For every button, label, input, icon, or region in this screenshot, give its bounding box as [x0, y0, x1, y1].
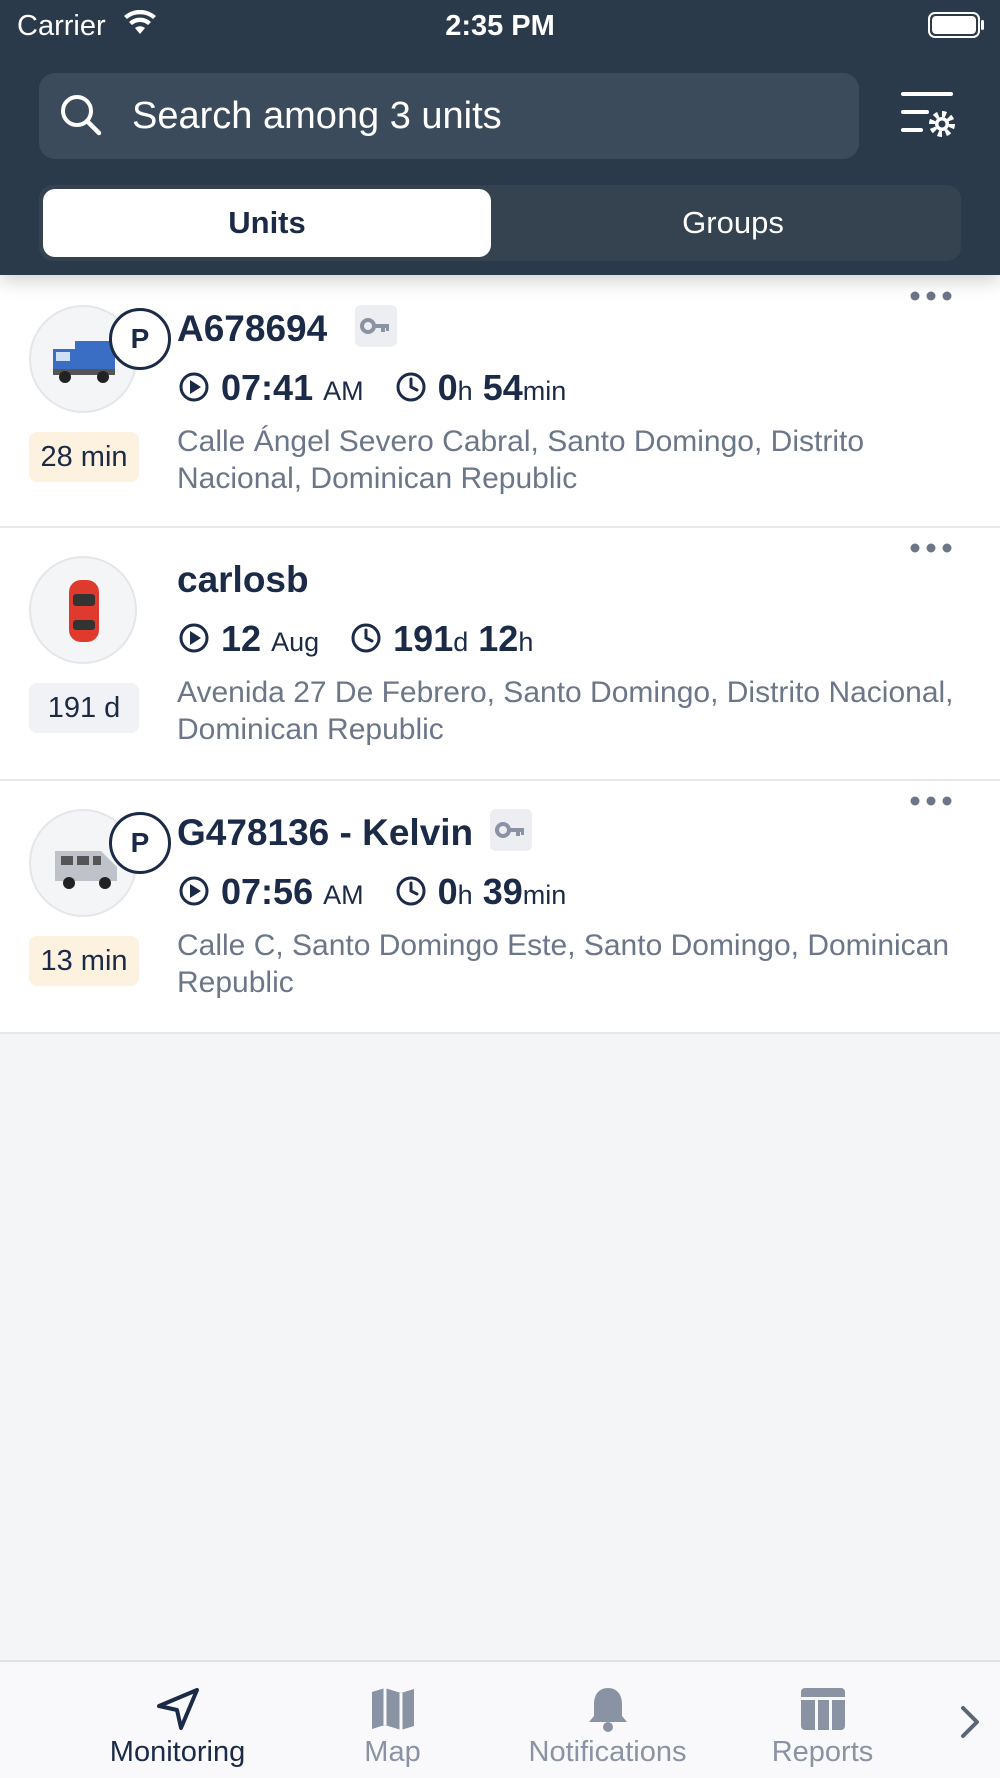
map-icon [371, 1688, 414, 1730]
duration-b-unit: min [522, 376, 567, 406]
key-icon [355, 305, 397, 347]
tab-map[interactable]: Map [285, 1672, 500, 1772]
last-message-age: 13 min [29, 936, 139, 986]
duration-b-unit: min [522, 880, 567, 910]
duration-b: 54 [482, 367, 523, 408]
chevron-right-icon [961, 1706, 979, 1738]
trip-start-time: 07:56 [221, 871, 314, 912]
unit-address: Calle C, Santo Domingo Este, Santo Domin… [177, 929, 950, 999]
units-groups-segment: Units Groups [39, 185, 961, 261]
tab-monitoring[interactable]: Monitoring [70, 1672, 285, 1772]
search-icon [57, 91, 107, 146]
unit-row[interactable]: 191 d carlosb 12 Aug 191d 12h Avenida 27… [0, 528, 1000, 781]
key-icon [490, 809, 532, 851]
parked-badge: P [109, 308, 171, 370]
status-bar: Carrier 2:35 PM [0, 0, 1000, 50]
more-icon [910, 291, 952, 301]
unit-avatar [29, 556, 137, 664]
play-circle-icon [179, 876, 209, 906]
duration-a-unit: h [457, 376, 473, 406]
trip-start-time: 07:41 [221, 367, 314, 408]
tab-map-label: Map [364, 1736, 421, 1768]
car-icon [69, 580, 99, 642]
list-settings-button[interactable] [895, 88, 961, 148]
clock-icon [396, 372, 426, 402]
unit-address: Calle Ángel Severo Cabral, Santo Domingo… [177, 425, 864, 495]
tab-units[interactable]: Units [43, 189, 491, 257]
search-bar[interactable] [39, 73, 859, 159]
navigation-arrow-icon [156, 1688, 199, 1730]
duration-b: 39 [482, 871, 523, 912]
duration-a-unit: d [453, 627, 469, 657]
tab-notifications[interactable]: Notifications [500, 1672, 715, 1772]
trip-info: 12 Aug 191d 12h [177, 618, 533, 660]
unit-name: G478136 - Kelvin [177, 812, 474, 853]
trip-info: 07:41 AM 0h 54min [177, 367, 566, 409]
tab-reports[interactable]: Reports [715, 1672, 930, 1772]
last-message-age: 28 min [29, 432, 139, 482]
more-tabs-button[interactable] [955, 1702, 985, 1742]
duration-a: 0 [437, 871, 458, 912]
unit-name: carlosb [177, 559, 309, 600]
more-options-button[interactable] [908, 286, 954, 306]
top-header: Carrier 2:35 PM Search among 3 units Uni… [0, 0, 1000, 275]
more-icon [910, 796, 952, 806]
trip-start-time: 12 [221, 618, 262, 659]
tab-notifications-label: Notifications [528, 1736, 687, 1768]
duration-a: 191 [393, 618, 454, 659]
more-icon [910, 543, 952, 553]
clock-icon [351, 623, 381, 653]
status-time: 2:35 PM [445, 10, 555, 42]
play-circle-icon [179, 372, 209, 402]
duration-b-unit: h [518, 627, 534, 657]
more-options-button[interactable] [908, 791, 954, 811]
unit-name: A678694 [177, 308, 328, 349]
unit-address: Avenida 27 De Febrero, Santo Domingo, Di… [177, 676, 954, 746]
tab-groups[interactable]: Groups [509, 189, 957, 257]
list-settings-icon [901, 92, 955, 137]
reports-table-icon [800, 1688, 845, 1730]
play-circle-icon [179, 623, 209, 653]
more-options-button[interactable] [908, 538, 954, 558]
parked-badge: P [109, 812, 171, 874]
trip-start-unit: AM [323, 880, 364, 910]
duration-a-unit: h [457, 880, 473, 910]
search-input[interactable] [132, 95, 832, 138]
trip-start-unit: AM [323, 376, 364, 406]
unit-row[interactable]: P 28 min A678694 07:41 AM 0h 54min Calle… [0, 275, 1000, 528]
duration-a: 0 [437, 367, 458, 408]
trip-start-unit: Aug [271, 627, 320, 657]
clock-icon [396, 876, 426, 906]
last-message-age: 191 d [29, 683, 139, 733]
unit-list: P 28 min A678694 07:41 AM 0h 54min Calle… [0, 275, 1000, 1034]
trip-info: 07:56 AM 0h 39min [177, 871, 566, 913]
bell-icon [588, 1688, 627, 1732]
bottom-tab-bar: Monitoring Map Notifications Reports [0, 1660, 1000, 1778]
tab-monitoring-label: Monitoring [109, 1736, 246, 1768]
duration-b: 12 [478, 618, 519, 659]
unit-row[interactable]: P 13 min G478136 - Kelvin 07:56 AM 0h 39… [0, 781, 1000, 1034]
battery-icon [928, 12, 986, 46]
tab-reports-label: Reports [771, 1736, 874, 1768]
